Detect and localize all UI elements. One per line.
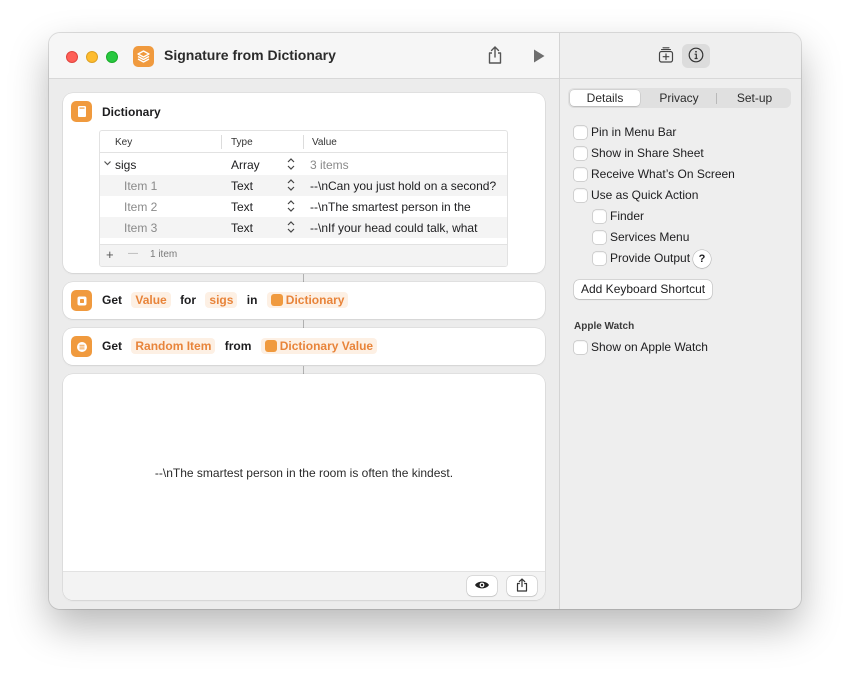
action-connector xyxy=(303,366,304,374)
table-header: Key Type Value xyxy=(100,131,507,153)
value-parameter[interactable]: Value xyxy=(131,292,171,308)
share-result-button[interactable] xyxy=(507,576,537,596)
for-word: for xyxy=(180,293,197,307)
pin-menu-bar-label: Pin in Menu Bar xyxy=(591,125,677,139)
eye-icon xyxy=(474,579,490,594)
dictionary-value-icon xyxy=(71,290,92,311)
add-to-library-icon xyxy=(657,46,675,67)
run-play-icon[interactable] xyxy=(532,48,546,64)
dictionary-action-card[interactable]: Dictionary Key Type Value sigs Array 3 i… xyxy=(63,93,545,273)
inspector-pane: Details Privacy Set-up Pin in Menu Bar S… xyxy=(559,33,801,609)
table-row-item-3[interactable]: Item 3 Text --\nIf your head could talk,… xyxy=(100,217,507,238)
remove-row-button[interactable]: — xyxy=(128,248,138,259)
key-cell[interactable]: Item 3 xyxy=(124,221,157,235)
share-sheet-label: Show in Share Sheet xyxy=(591,146,704,160)
key-parameter[interactable]: sigs xyxy=(205,292,238,308)
details-info-button[interactable] xyxy=(682,44,710,68)
minimize-window-button[interactable] xyxy=(86,51,98,63)
add-row-button[interactable]: + xyxy=(106,247,114,262)
type-cell[interactable]: Text xyxy=(231,200,253,214)
dictionary-table: Key Type Value sigs Array 3 items Item 1… xyxy=(99,130,508,267)
zoom-window-button[interactable] xyxy=(106,51,118,63)
column-type-header: Type xyxy=(231,137,253,148)
value-cell[interactable]: 3 items xyxy=(310,158,349,172)
action-connector xyxy=(303,320,304,328)
on-screen-label: Receive What’s On Screen xyxy=(591,167,735,181)
action-connector xyxy=(303,274,304,282)
quick-action-label: Use as Quick Action xyxy=(591,188,699,202)
result-output-card: --\nThe smartest person in the room is o… xyxy=(63,374,545,600)
type-cell[interactable]: Text xyxy=(231,221,253,235)
type-cell[interactable]: Text xyxy=(231,179,253,193)
value-cell[interactable]: --\nIf your head could talk, what xyxy=(310,221,506,235)
shortcuts-window: Signature from Dictionary Dictionary Key… xyxy=(49,33,801,609)
from-word: from xyxy=(224,339,252,353)
provide-output-label: Provide Output xyxy=(610,251,691,265)
services-menu-label: Services Menu xyxy=(610,230,690,244)
table-footer: + — 1 item xyxy=(100,244,507,266)
dictionary-variable[interactable]: Dictionary xyxy=(266,292,349,308)
column-value-header: Value xyxy=(312,137,337,148)
finder-label: Finder xyxy=(610,209,645,223)
dictionary-value-variable-label: Dictionary Value xyxy=(279,339,374,353)
help-button[interactable]: ? xyxy=(693,250,711,268)
quick-look-button[interactable] xyxy=(467,576,497,596)
get-random-parameters: Get Random Item from Dictionary Value xyxy=(102,338,378,354)
random-item-parameter[interactable]: Random Item xyxy=(131,338,216,354)
get-word: Get xyxy=(102,339,123,353)
dictionary-variable-icon xyxy=(270,294,283,306)
get-value-action-card[interactable]: Get Value for sigs in Dictionary xyxy=(63,282,545,319)
close-window-button[interactable] xyxy=(66,51,78,63)
type-cell[interactable]: Array xyxy=(231,158,260,172)
tab-privacy[interactable]: Privacy xyxy=(644,91,714,105)
library-button[interactable] xyxy=(652,44,680,68)
get-value-parameters: Get Value for sigs in Dictionary xyxy=(102,292,349,308)
key-cell[interactable]: Item 2 xyxy=(124,200,157,214)
dictionary-value-variable[interactable]: Dictionary Value xyxy=(260,338,378,354)
key-cell[interactable]: Item 1 xyxy=(124,179,157,193)
type-stepper-icon[interactable] xyxy=(286,220,296,234)
apple-watch-heading: Apple Watch xyxy=(574,321,635,332)
result-toolbar xyxy=(63,571,545,600)
value-cell[interactable]: --\nCan you just hold on a second? xyxy=(310,179,506,193)
chevron-down-icon[interactable] xyxy=(103,157,112,172)
editor-pane: Signature from Dictionary Dictionary Key… xyxy=(49,33,559,609)
list-icon xyxy=(71,336,92,357)
type-stepper-icon[interactable] xyxy=(286,178,296,192)
dictionary-value-variable-icon xyxy=(264,340,277,352)
item-count: 1 item xyxy=(150,249,178,260)
inspector-toolbar xyxy=(560,33,801,79)
get-word: Get xyxy=(102,293,123,307)
inspector-tabs: Details Privacy Set-up xyxy=(568,88,791,108)
share-icon xyxy=(516,577,528,595)
add-keyboard-shortcut-button[interactable]: Add Keyboard Shortcut xyxy=(574,280,713,299)
result-text: --\nThe smartest person in the room is o… xyxy=(154,466,454,480)
tab-divider xyxy=(716,93,717,104)
key-cell[interactable]: sigs xyxy=(115,158,136,172)
dictionary-icon xyxy=(71,101,92,122)
get-random-item-action-card[interactable]: Get Random Item from Dictionary Value xyxy=(63,328,545,365)
dictionary-title: Dictionary xyxy=(102,105,161,119)
column-key-header: Key xyxy=(115,137,133,148)
in-word: in xyxy=(246,293,258,307)
value-cell[interactable]: --\nThe smartest person in the xyxy=(310,200,506,214)
type-stepper-icon[interactable] xyxy=(286,157,296,171)
title-bar: Signature from Dictionary xyxy=(49,33,559,79)
tab-setup[interactable]: Set-up xyxy=(718,91,791,105)
apple-watch-label: Show on Apple Watch xyxy=(591,340,708,354)
window-title: Signature from Dictionary xyxy=(164,47,336,63)
table-row-item-2[interactable]: Item 2 Text --\nThe smartest person in t… xyxy=(100,196,507,217)
dictionary-variable-label: Dictionary xyxy=(285,293,345,307)
type-stepper-icon[interactable] xyxy=(286,199,296,213)
table-row-item-1[interactable]: Item 1 Text --\nCan you just hold on a s… xyxy=(100,175,507,196)
tab-details[interactable]: Details xyxy=(570,91,640,105)
info-icon xyxy=(688,47,704,66)
table-row-sigs[interactable]: sigs Array 3 items xyxy=(100,154,507,175)
share-icon[interactable] xyxy=(487,45,503,65)
shortcut-icon[interactable] xyxy=(133,46,154,67)
